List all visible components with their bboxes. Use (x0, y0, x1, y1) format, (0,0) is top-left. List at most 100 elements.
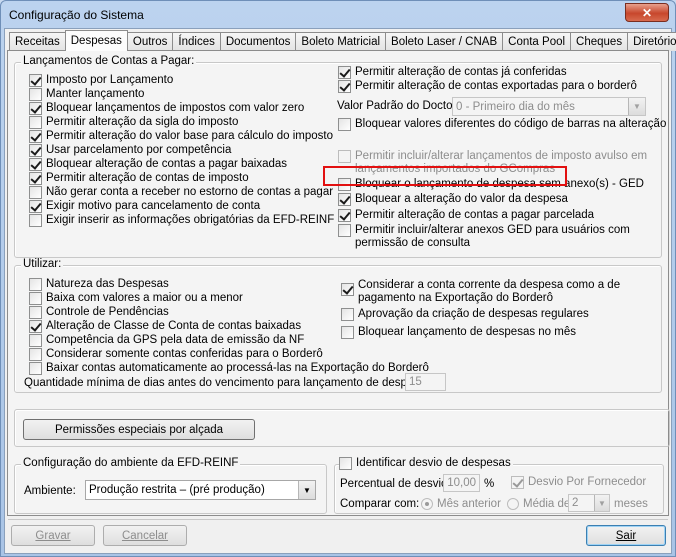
checkbox-box[interactable] (29, 116, 42, 129)
checkbox-box[interactable] (29, 74, 42, 87)
checkbox-box[interactable] (29, 362, 42, 375)
checkbox-box[interactable] (29, 186, 42, 199)
configuration-window: Configuração do Sistema ✕ Receitas Despe… (0, 0, 676, 557)
checkbox-alterar-valor-base[interactable]: Permitir alteração do valor base para cá… (29, 130, 333, 143)
tab-indices[interactable]: Índices (172, 32, 221, 51)
permissoes-alcada-button[interactable]: Permissões especiais por alçada (23, 419, 255, 440)
checkbox-box[interactable] (29, 200, 42, 213)
checkbox-aprovacao-despesas-regulares[interactable]: Aprovação da criação de despesas regular… (341, 308, 589, 321)
checkbox-bloquear-impostos-zero[interactable]: Bloquear lançamentos de impostos com val… (29, 102, 304, 115)
checkbox-permitir-anexos-ged[interactable]: Permitir incluir/alterar anexos GED para… (338, 224, 630, 250)
checkbox-imposto-por-lancamento[interactable]: Imposto por Lançamento (29, 74, 173, 87)
checkbox-box[interactable] (338, 209, 351, 222)
checkbox-bloquear-baixadas[interactable]: Bloquear alteração de contas a pagar bai… (29, 158, 287, 171)
checkbox-box[interactable] (29, 172, 42, 185)
cancelar-button[interactable]: Cancelar (103, 525, 187, 546)
radio-dot[interactable] (421, 498, 433, 510)
checkbox-box[interactable] (29, 278, 42, 291)
checkbox-parcelamento-competencia[interactable]: Usar parcelamento por competência (29, 144, 231, 157)
checkbox-baixa-valores[interactable]: Baixa com valores a maior ou a menor (29, 292, 243, 305)
checkbox-box[interactable] (338, 193, 351, 206)
radio-media-de[interactable]: Média de (507, 498, 570, 510)
checkbox-box[interactable] (29, 88, 42, 101)
client-area: Receitas Despesas Outros Índices Documen… (4, 28, 676, 554)
quantidade-dias-input[interactable]: 15 (405, 373, 446, 391)
percentual-unit: % (484, 478, 495, 490)
gravar-button[interactable]: Gravar (11, 525, 95, 546)
checkbox-bloquear-valor-despesa[interactable]: Bloquear a alteração do valor da despesa (338, 193, 568, 206)
checkbox-alteracao-classe-conta[interactable]: Alteração de Classe de Conta de contas b… (29, 320, 301, 333)
lancamentos-group-title: Lançamentos de Contas a Pagar: (21, 55, 197, 67)
sair-button[interactable]: Sair (586, 525, 666, 546)
checkbox-controle-pendencias[interactable]: Controle de Pendências (29, 306, 169, 319)
checkbox-box[interactable] (29, 292, 42, 305)
checkbox-box[interactable] (339, 457, 352, 470)
checkbox-alterar-sigla-imposto[interactable]: Permitir alteração da sigla do imposto (29, 116, 238, 129)
checkbox-box[interactable] (29, 320, 42, 333)
checkbox-box[interactable] (341, 326, 354, 339)
quantidade-dias-value: 15 (409, 376, 422, 388)
tab-receitas[interactable]: Receitas (9, 32, 66, 51)
meses-label: meses (614, 498, 648, 510)
checkbox-box[interactable] (29, 130, 42, 143)
tab-diretorios[interactable]: Diretórios (627, 32, 676, 51)
checkbox-box[interactable] (29, 144, 42, 157)
checkbox-baixar-automaticamente[interactable]: Baixar contas automaticamente ao process… (29, 362, 429, 375)
close-icon: ✕ (641, 5, 653, 20)
checkbox-natureza-despesas[interactable]: Natureza das Despesas (29, 278, 169, 291)
checkbox-box[interactable] (29, 348, 42, 361)
checkbox-box[interactable] (29, 306, 42, 319)
ambiente-select[interactable]: Produção restrita – (pré produção) ▼ (85, 480, 316, 500)
checkbox-exigir-motivo-cancelamento[interactable]: Exigir motivo para cancelamento de conta (29, 200, 260, 213)
checkbox-manter-lancamento[interactable]: Manter lançamento (29, 88, 144, 101)
tab-boleto-matricial[interactable]: Boleto Matricial (295, 32, 387, 51)
radio-mes-anterior[interactable]: Mês anterior (421, 498, 501, 510)
tab-documentos[interactable]: Documentos (219, 32, 297, 51)
comparar-com-label: Comparar com: (340, 498, 420, 510)
checkbox-box[interactable] (511, 476, 524, 489)
checkbox-box[interactable] (29, 334, 42, 347)
checkbox-box[interactable] (341, 283, 354, 296)
close-button[interactable]: ✕ (625, 3, 669, 22)
checkbox-box[interactable] (341, 308, 354, 321)
checkbox-box[interactable] (29, 102, 42, 115)
chevron-down-icon: ▼ (298, 481, 315, 499)
despesas-panel: Lançamentos de Contas a Pagar: Imposto p… (7, 50, 670, 516)
checkbox-bloquear-codigo-barras[interactable]: Bloquear valores diferentes do código de… (338, 118, 666, 131)
checkbox-somente-conferidas[interactable]: Considerar somente contas conferidas par… (29, 348, 323, 361)
checkbox-exigir-efd-reinf[interactable]: Exigir inserir as informações obrigatóri… (29, 214, 334, 227)
checkbox-alterar-contas-conferidas[interactable]: Permitir alteração de contas já conferid… (338, 66, 567, 79)
checkbox-box[interactable] (338, 66, 351, 79)
tab-despesas[interactable]: Despesas (64, 30, 128, 51)
tab-cheques[interactable]: Cheques (570, 32, 629, 51)
checkbox-box[interactable] (338, 224, 351, 237)
utilizar-group-title: Utilizar: (21, 258, 64, 270)
media-meses-value: 2 (572, 497, 579, 509)
window-title: Configuração do Sistema (9, 8, 144, 22)
checkbox-competencia-gps[interactable]: Competência da GPS pela data de emissão … (29, 334, 304, 347)
valor-padrao-select[interactable]: 0 - Primeiro dia do mês ▼ (452, 97, 646, 116)
checkbox-bloquear-lancamento-mes[interactable]: Bloquear lançamento de despesas no mês (341, 326, 576, 339)
ambiente-value: Produção restrita – (pré produção) (89, 484, 265, 496)
tab-outros[interactable]: Outros (126, 32, 174, 51)
checkbox-box[interactable] (338, 150, 351, 163)
checkbox-identificar-desvio[interactable]: Identificar desvio de despesas (339, 457, 513, 470)
tab-boleto-laser-cnab[interactable]: Boleto Laser / CNAB (385, 32, 504, 51)
checkbox-box[interactable] (338, 118, 351, 131)
checkbox-box[interactable] (29, 158, 42, 171)
tab-conta-pool[interactable]: Conta Pool (502, 32, 572, 51)
checkbox-alterar-parcelada[interactable]: Permitir alteração de contas a pagar par… (338, 209, 594, 222)
radio-dot[interactable] (507, 498, 519, 510)
checkbox-alterar-contas-exportadas[interactable]: Permitir alteração de contas exportadas … (338, 80, 637, 93)
checkbox-box[interactable] (338, 80, 351, 93)
media-meses-select[interactable]: 2 ▼ (568, 494, 610, 512)
checkbox-alterar-contas-imposto[interactable]: Permitir alteração de contas de imposto (29, 172, 249, 185)
percentual-desvio-value: 10,00 (447, 477, 476, 489)
valor-padrao-value: 0 - Primeiro dia do mês (456, 100, 575, 113)
percentual-desvio-input[interactable]: 10,00 (443, 474, 480, 492)
checkbox-box[interactable] (29, 214, 42, 227)
checkbox-nao-gerar-receber-estorno[interactable]: Não gerar conta a receber no estorno de … (29, 186, 333, 199)
efd-reinf-group-title: Configuração do ambiente da EFD-REINF (21, 457, 241, 469)
checkbox-considerar-conta-corrente[interactable]: Considerar a conta corrente da despesa c… (341, 279, 620, 305)
checkbox-desvio-por-fornecedor[interactable]: Desvio Por Fornecedor (511, 476, 646, 489)
